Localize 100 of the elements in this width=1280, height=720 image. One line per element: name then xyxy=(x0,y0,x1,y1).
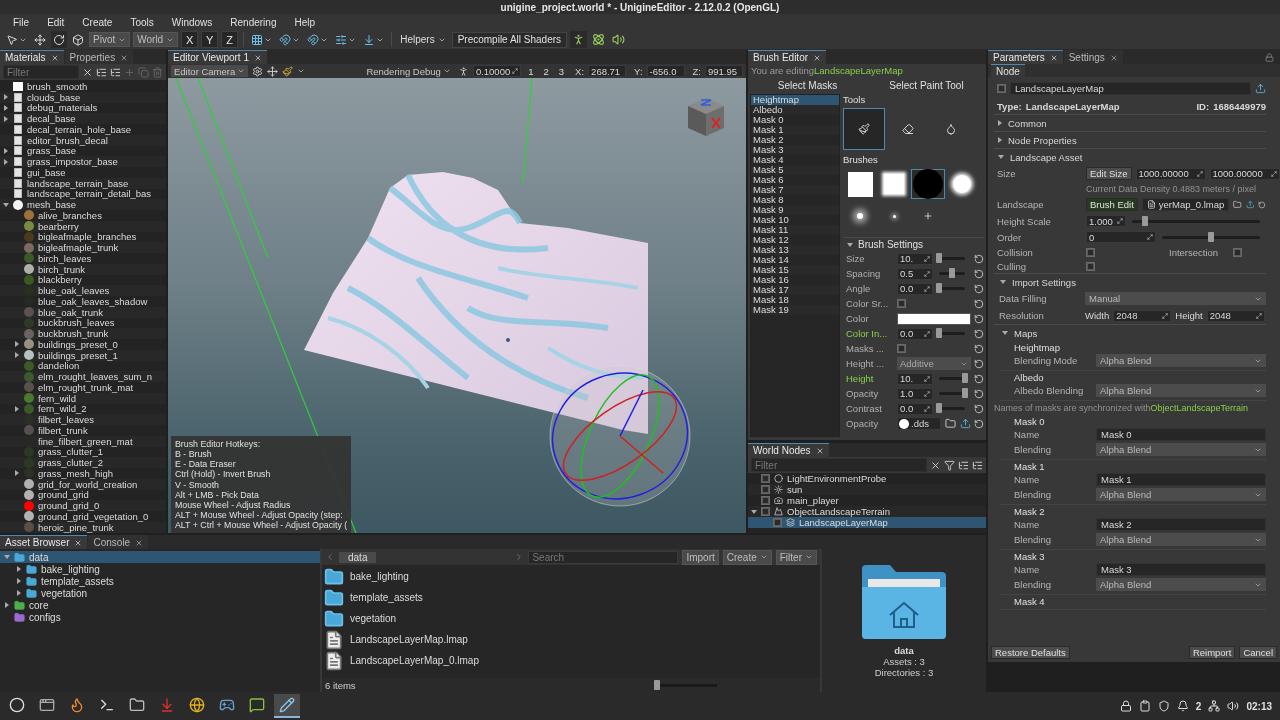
clock[interactable]: 02:13 xyxy=(1246,700,1272,712)
section-title[interactable]: Import Settings xyxy=(1012,276,1076,288)
clear-icon[interactable] xyxy=(930,459,941,471)
mask-item[interactable]: Mask 19 xyxy=(751,305,839,315)
axis-button[interactable]: Z xyxy=(221,31,239,48)
folder-name[interactable]: configs xyxy=(29,611,61,623)
material-name[interactable]: elm_rought_trunk_mat xyxy=(38,381,134,393)
expand-arrow[interactable] xyxy=(16,590,21,596)
material-name[interactable]: decal_terrain_hole_base xyxy=(27,123,132,135)
material-name[interactable]: alive_branches xyxy=(38,209,102,221)
axis-button[interactable]: X xyxy=(181,31,199,48)
toolbar-button[interactable]: Import xyxy=(682,549,719,565)
person-icon[interactable] xyxy=(457,65,469,77)
material-name[interactable]: birch_leaves xyxy=(38,252,92,264)
scale-tool-button[interactable] xyxy=(70,31,86,48)
mask-item[interactable]: Mask 13 xyxy=(751,245,839,255)
panel-tab[interactable]: Materials xyxy=(0,50,64,64)
section-title[interactable]: Landscape Asset xyxy=(1010,151,1083,163)
section-title[interactable]: Brush Settings xyxy=(858,239,924,250)
menu-item[interactable]: Tools xyxy=(121,16,163,28)
path-segment[interactable]: data xyxy=(339,551,377,563)
material-name[interactable]: blackberry xyxy=(38,274,82,286)
speed-field[interactable]: 0.10000 xyxy=(472,65,522,77)
dropdown[interactable]: Alpha Blend xyxy=(1096,443,1266,456)
expand-arrow[interactable] xyxy=(3,555,10,559)
close-icon[interactable] xyxy=(135,538,144,547)
close-icon[interactable] xyxy=(74,538,83,547)
expand-arrow[interactable] xyxy=(998,155,1004,159)
pick-icon[interactable] xyxy=(1245,199,1255,210)
file-field[interactable]: yerMap_0.lmap xyxy=(1141,198,1230,211)
dropdown[interactable]: Manual xyxy=(1085,292,1266,305)
material-name[interactable]: fern_wild_2 xyxy=(38,403,87,415)
file-name[interactable]: LandscapeLayerMap_0.lmap xyxy=(350,655,479,666)
folder-name[interactable]: template_assets xyxy=(41,575,114,587)
slider-handle[interactable] xyxy=(654,679,660,690)
section-title[interactable]: Maps xyxy=(1014,327,1038,339)
axis-button[interactable]: Y xyxy=(201,31,219,48)
pick-icon[interactable] xyxy=(1255,83,1266,94)
number-field[interactable]: 2048 xyxy=(1113,309,1172,322)
panel-tab[interactable]: Brush Editor xyxy=(748,50,827,64)
menu-item[interactable]: Create xyxy=(73,16,122,28)
visibility-checkbox[interactable] xyxy=(761,474,770,483)
material-name[interactable]: filbert_trunk xyxy=(38,424,88,436)
view-button[interactable]: 1 xyxy=(525,65,537,77)
material-name[interactable]: dandelion xyxy=(38,360,80,372)
settings-icon[interactable] xyxy=(252,65,264,77)
expand-arrow[interactable] xyxy=(4,602,9,608)
number-field[interactable]: 0.0 xyxy=(897,327,933,340)
precompile-button[interactable]: Precompile All Shaders xyxy=(451,31,568,48)
search-field[interactable]: Search xyxy=(528,550,679,564)
mask-item[interactable]: Mask 15 xyxy=(751,265,839,275)
material-name[interactable]: buildings_preset_0 xyxy=(38,338,118,350)
brush-edit-button[interactable]: Brush Edit xyxy=(1086,198,1138,211)
brush-icon[interactable] xyxy=(282,65,294,77)
material-name[interactable]: grass_mesh_high xyxy=(38,467,113,479)
expand-arrow[interactable] xyxy=(750,509,757,514)
panel-tab[interactable]: Console xyxy=(88,535,149,549)
reset-icon[interactable] xyxy=(974,298,984,309)
mask-item[interactable]: Mask 1 xyxy=(751,125,839,135)
reimport-button[interactable]: Reimport xyxy=(1188,645,1236,659)
number-field[interactable]: 10. xyxy=(897,252,933,265)
expand-arrow[interactable] xyxy=(847,242,853,247)
material-name[interactable]: ground_grid xyxy=(38,489,89,501)
checkbox[interactable] xyxy=(897,344,906,353)
expand-arrow[interactable] xyxy=(16,578,21,584)
visibility-checkbox[interactable] xyxy=(761,507,770,516)
reset-icon[interactable] xyxy=(974,313,984,324)
slider-handle[interactable] xyxy=(962,388,968,398)
expand-arrow[interactable] xyxy=(1002,331,1008,335)
mask-item[interactable]: Heightmap xyxy=(751,95,839,105)
close-icon[interactable] xyxy=(50,53,59,62)
close-icon[interactable] xyxy=(815,446,824,455)
network-icon[interactable] xyxy=(1208,700,1221,712)
material-name[interactable]: debug_materials xyxy=(27,102,98,114)
layer-link[interactable]: LandscapeLayerMap xyxy=(814,65,903,76)
dropdown[interactable]: Alpha Blend xyxy=(1096,384,1266,397)
checkbox[interactable] xyxy=(1086,247,1095,257)
checkbox[interactable] xyxy=(897,299,906,308)
number-field[interactable]: 0.0 xyxy=(897,402,933,415)
node-name[interactable]: sun xyxy=(787,484,803,495)
restore-defaults-button[interactable]: Restore Defaults xyxy=(991,645,1070,659)
slider-handle[interactable] xyxy=(1208,231,1214,242)
menu-item[interactable]: File xyxy=(4,16,39,28)
space-dropdown[interactable]: World xyxy=(133,32,179,47)
close-icon[interactable] xyxy=(1109,53,1118,62)
filter-field[interactable]: Filter xyxy=(751,458,927,472)
expand-arrow[interactable] xyxy=(1000,280,1006,284)
dropdown[interactable]: Alpha Blend xyxy=(1096,488,1266,501)
node-tab[interactable]: Node xyxy=(991,64,1025,77)
collapse-all-icon[interactable] xyxy=(972,459,983,471)
mask-item[interactable]: Mask 11 xyxy=(751,225,839,235)
collapse-all-icon[interactable] xyxy=(110,66,121,78)
panel-tab[interactable]: Asset Browser xyxy=(0,535,88,549)
visibility-checkbox[interactable] xyxy=(773,518,782,527)
mask-item[interactable]: Mask 3 xyxy=(751,145,839,155)
shield-icon[interactable] xyxy=(1157,700,1170,712)
coordinate-field[interactable]: -656.0 xyxy=(646,65,685,77)
toolbar-button[interactable]: Filter xyxy=(775,549,817,565)
reset-icon[interactable] xyxy=(974,268,984,279)
move-icon[interactable] xyxy=(267,65,279,77)
